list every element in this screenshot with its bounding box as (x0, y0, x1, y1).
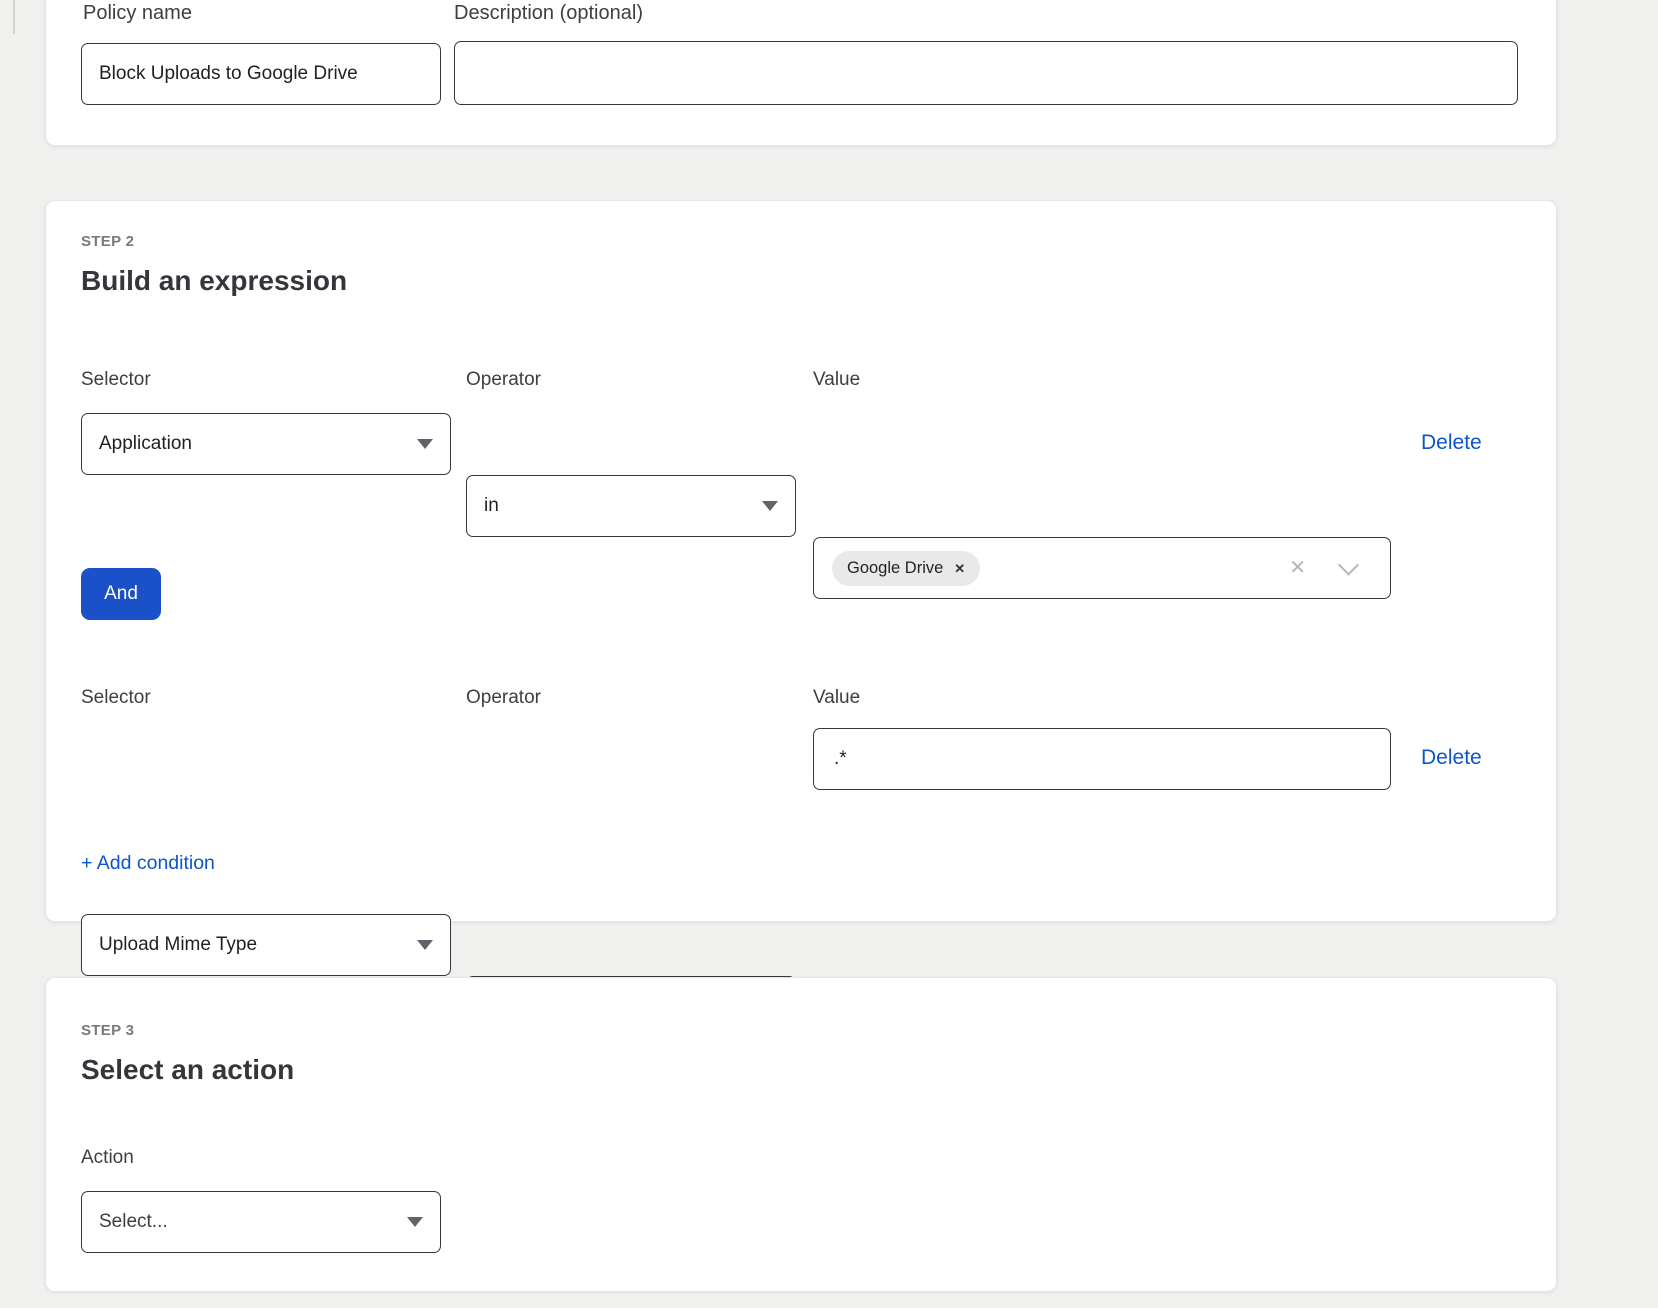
policy-description-input[interactable] (454, 41, 1518, 105)
operator-column-label: Operator (466, 687, 541, 709)
condition-2-delete-link[interactable]: Delete (1421, 746, 1482, 770)
value-column-label: Value (813, 687, 860, 709)
condition-2-value-input[interactable] (813, 728, 1391, 790)
condition-1-delete-link[interactable]: Delete (1421, 431, 1482, 455)
selector-column-label: Selector (81, 687, 151, 709)
chevron-down-icon[interactable] (1338, 554, 1359, 575)
condition-1-operator-value: in (484, 495, 499, 517)
condition-1-value-multiselect[interactable]: Google Drive ✕ ✕ (813, 537, 1391, 599)
policy-details-card: Policy name Description (optional) (45, 0, 1557, 146)
operator-column-label: Operator (466, 369, 541, 391)
and-join-button[interactable]: And (81, 568, 161, 620)
remove-tag-icon[interactable]: ✕ (954, 562, 965, 575)
value-tag-label: Google Drive (847, 559, 943, 578)
selector-column-label: Selector (81, 369, 151, 391)
action-card: STEP 3 Select an action Action Select... (45, 977, 1557, 1292)
policy-name-input[interactable] (81, 43, 441, 105)
action-dropdown[interactable]: Select... (81, 1191, 441, 1253)
condition-2-selector-value: Upload Mime Type (99, 934, 257, 956)
clear-all-icon[interactable]: ✕ (1289, 558, 1306, 578)
container-edge-line (13, 0, 15, 34)
action-label: Action (81, 1147, 134, 1169)
policy-name-label: Policy name (83, 1, 192, 25)
condition-1-selector-value: Application (99, 433, 192, 455)
expression-title: Build an expression (81, 265, 347, 297)
condition-1-selector-dropdown[interactable]: Application (81, 413, 451, 475)
step-3-label: STEP 3 (81, 1022, 134, 1039)
policy-description-label: Description (optional) (454, 1, 643, 25)
caret-down-icon (417, 439, 433, 449)
condition-2-selector-dropdown[interactable]: Upload Mime Type (81, 914, 451, 976)
condition-1-operator-dropdown[interactable]: in (466, 475, 796, 537)
expression-builder-card: STEP 2 Build an expression Selector Oper… (45, 200, 1557, 922)
caret-down-icon (417, 940, 433, 950)
action-title: Select an action (81, 1054, 294, 1086)
value-tag: Google Drive ✕ (832, 551, 980, 586)
value-column-label: Value (813, 369, 860, 391)
add-condition-link[interactable]: + Add condition (81, 852, 215, 875)
caret-down-icon (407, 1217, 423, 1227)
action-dropdown-value: Select... (99, 1211, 168, 1233)
step-2-label: STEP 2 (81, 233, 134, 250)
caret-down-icon (762, 501, 778, 511)
